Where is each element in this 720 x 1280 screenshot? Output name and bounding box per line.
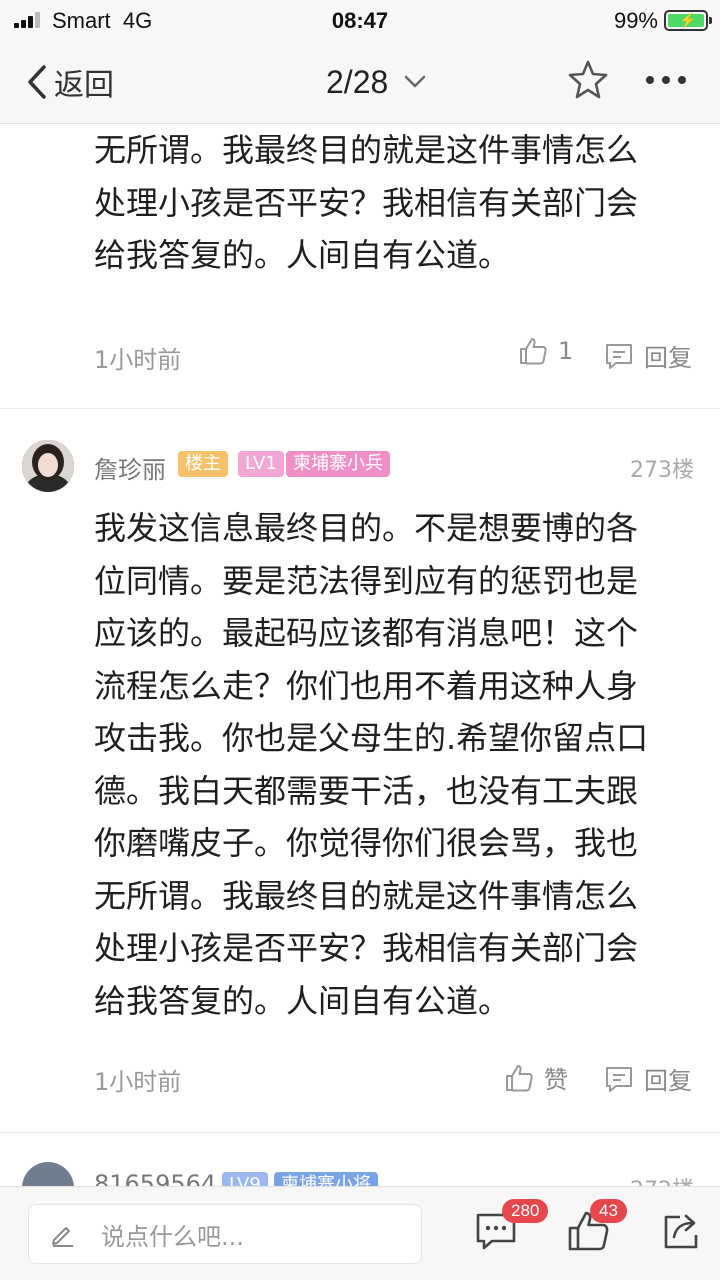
text-line: 德。我白天都需要干活，也没有工夫跟: [94, 771, 639, 810]
back-label: 返回: [54, 68, 114, 103]
chevron-left-icon: [28, 65, 46, 99]
thumbs-up-icon: [520, 338, 547, 365]
status-bar: Smart 4G 08:47 99% ⚡: [0, 0, 720, 40]
bottom-bar: 说点什么吧... 280 43: [0, 1186, 720, 1280]
like-button[interactable]: 赞: [504, 1060, 568, 1095]
comment-icon: [606, 1066, 632, 1092]
text-line: 给我答复的。人间自有公道。: [94, 981, 511, 1020]
text-line: 处理小孩是否平安？我相信有关部门会: [94, 183, 639, 222]
comment-input[interactable]: 说点什么吧...: [28, 1204, 422, 1264]
text-line: 流程怎么走？你们也用不着用这种人身: [94, 666, 639, 705]
text-line: 攻击我。你也是父母生的.希望你留点口: [94, 719, 649, 757]
text-line: 处理小孩是否平安？我相信有关部门会: [94, 929, 639, 967]
text-line: 无所谓。我最终目的就是这件事情怎么: [94, 131, 639, 169]
prev-post-reply-button[interactable]: 回复: [604, 338, 692, 373]
battery-icon: ⚡: [664, 10, 712, 31]
comment-placeholder: 说点什么吧...: [101, 1222, 244, 1251]
chevron-down-icon: [405, 75, 426, 88]
thumbs-up-icon: [506, 1064, 533, 1091]
status-time: 08:47: [331, 8, 389, 33]
prev-post-like-button[interactable]: 1: [518, 336, 573, 366]
post-divider: [0, 408, 720, 409]
more-options-icon[interactable]: [640, 58, 692, 102]
owner-badge: 楼主: [178, 451, 228, 477]
prev-post-like-count: 1: [558, 337, 574, 365]
text-line: 你磨嘴皮子。你觉得你们很会骂，我也: [94, 824, 639, 862]
like-label: 赞: [544, 1066, 568, 1094]
nav-bar: 返回 2/28: [0, 40, 720, 124]
text-line: 无所谓。我最终目的就是这件事情怎么: [94, 876, 639, 915]
reply-label: 回复: [644, 1067, 692, 1095]
text-line: 我发这信息最终目的。不是想要博的各: [94, 509, 639, 547]
back-button[interactable]: 返回: [26, 60, 114, 104]
text-line: 应该的。最起码应该都有消息吧！这个: [94, 614, 639, 652]
comment-icon: [606, 343, 632, 369]
reply-button[interactable]: 回复: [604, 1061, 692, 1096]
title-badge: 柬埔寨小兵: [286, 451, 390, 477]
pencil-icon: [52, 1227, 73, 1247]
page-indicator-text: 2/28: [326, 63, 389, 100]
text-line: 位同情。要是范法得到应有的惩罚也是: [94, 561, 639, 600]
floor-number: 273楼: [630, 458, 694, 483]
prev-post-time: 1小时前: [94, 346, 182, 374]
post-divider: [0, 1132, 720, 1133]
favorite-star-icon[interactable]: [566, 58, 610, 102]
text-line: 给我答复的。人间自有公道。: [94, 236, 511, 274]
share-icon[interactable]: [660, 1209, 704, 1253]
post-username[interactable]: 詹珍丽: [94, 450, 166, 485]
prev-post-reply-label: 回复: [644, 344, 692, 372]
prev-post-body: 无所谓。我最终目的就是这件事情怎么 处理小孩是否平安？我相信有关部门会 给我答复…: [94, 124, 694, 282]
avatar[interactable]: [22, 440, 74, 492]
comment-count-badge: 280: [502, 1199, 549, 1223]
page-selector[interactable]: 2/28: [326, 60, 426, 104]
level-badge: LV1: [238, 451, 284, 477]
post-body: 我发这信息最终目的。不是想要博的各 位同情。要是范法得到应有的惩罚也是 应该的。…: [94, 502, 694, 1027]
post-time: 1小时前: [94, 1068, 182, 1096]
like-count-badge: 43: [590, 1199, 627, 1223]
avatar-image: [22, 440, 74, 492]
battery-percent: 99%: [613, 8, 658, 33]
